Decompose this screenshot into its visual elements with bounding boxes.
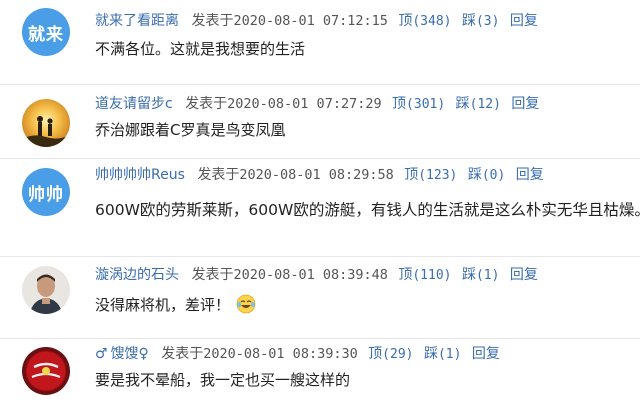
upvote-count: (29) — [382, 347, 414, 362]
posted-label: 发表于 — [197, 167, 240, 183]
username-link[interactable]: 就来了看距离 — [95, 13, 179, 29]
downvote-button[interactable]: 踩(12) — [456, 96, 501, 112]
username-link[interactable]: 道友请留步c — [95, 96, 173, 112]
posted-label: 发表于 — [191, 267, 234, 283]
downvote-button[interactable]: 踩(3) — [462, 13, 499, 29]
downvote-count: (3) — [475, 14, 500, 29]
person-photo-avatar[interactable] — [22, 266, 70, 314]
upvote-label: 顶 — [398, 13, 413, 29]
downvote-button[interactable]: 踩(1) — [424, 346, 461, 362]
comment-meta: 就来了看距离 发表于2020-08-01 07:12:15 顶(348) 踩(3… — [95, 10, 538, 30]
upvote-count: (110) — [412, 268, 452, 283]
downvote-button[interactable]: 踩(0) — [468, 167, 505, 183]
upvote-button[interactable]: 顶(348) — [398, 13, 451, 29]
username-link[interactable]: 漩涡边的石头 — [95, 267, 179, 283]
gender-male-icon: ♂ — [95, 346, 108, 362]
laughing-tears-emoji — [236, 294, 256, 314]
downvote-label: 踩 — [423, 346, 438, 362]
comment-item: 帅帅 帅帅帅帅Reus 发表于2020-08-01 08:29:58 顶(123… — [0, 159, 640, 257]
timestamp: 2020-08-01 07:27:29 — [227, 96, 382, 112]
upvote-label: 顶 — [404, 167, 419, 183]
username-link[interactable]: 帅帅帅帅Reus — [95, 167, 185, 183]
upvote-count: (301) — [406, 97, 446, 112]
comment-meta: ♂ 馊馊♀ 发表于2020-08-01 08:39:30 顶(29) 踩(1) 回… — [95, 343, 500, 363]
red-ball-avatar[interactable] — [22, 347, 70, 395]
downvote-label: 踩 — [455, 96, 470, 112]
comment-text: 乔治娜跟着C罗真是鸟变凤凰 — [95, 121, 286, 139]
sunset-silhouette-icon — [22, 99, 70, 147]
upvote-label: 顶 — [392, 96, 407, 112]
comment-item: 道友请留步c 发表于2020-08-01 07:27:29 顶(301) 踩(1… — [0, 85, 640, 159]
downvote-count: (0) — [481, 168, 506, 183]
downvote-label: 踩 — [461, 267, 476, 283]
timestamp: 2020-08-01 08:39:48 — [233, 267, 388, 283]
downvote-button[interactable]: 踩(1) — [462, 267, 499, 283]
comment-meta: 道友请留步c 发表于2020-08-01 07:27:29 顶(301) 踩(1… — [95, 93, 539, 113]
upvote-button[interactable]: 顶(110) — [398, 267, 451, 283]
red-ball-icon — [22, 347, 70, 395]
sunset-silhouette-avatar[interactable] — [22, 99, 70, 147]
comment-text: 600W欧的劳斯莱斯，600W欧的游艇，有钱人的生活就是这么朴实无华且枯燥。。 — [95, 201, 640, 219]
upvote-button[interactable]: 顶(29) — [368, 346, 413, 362]
timestamp: 2020-08-01 08:39:30 — [203, 346, 358, 362]
comment-text: 要是我不晕船，我一定也买一艘这样的 — [95, 371, 351, 389]
posted-label: 发表于 — [161, 346, 204, 362]
upvote-count: (348) — [412, 14, 452, 29]
upvote-button[interactable]: 顶(123) — [404, 167, 457, 183]
posted-label: 发表于 — [185, 96, 228, 112]
upvote-button[interactable]: 顶(301) — [392, 96, 445, 112]
comment-list: 就来 就来了看距离 发表于2020-08-01 07:12:15 顶(348) … — [0, 0, 640, 411]
upvote-label: 顶 — [368, 346, 383, 362]
reply-button[interactable]: 回复 — [511, 96, 539, 112]
downvote-label: 踩 — [461, 13, 476, 29]
comment-item: ♂ 馊馊♀ 发表于2020-08-01 08:39:30 顶(29) 踩(1) 回… — [0, 339, 640, 411]
downvote-count: (1) — [437, 347, 462, 362]
avatar[interactable]: 帅帅 — [22, 168, 70, 216]
downvote-count: (1) — [475, 268, 500, 283]
comment-item: 就来 就来了看距离 发表于2020-08-01 07:12:15 顶(348) … — [0, 0, 640, 85]
reply-button[interactable]: 回复 — [510, 13, 538, 29]
comment-meta: 帅帅帅帅Reus 发表于2020-08-01 08:29:58 顶(123) 踩… — [95, 164, 544, 184]
comment-text-content: 没得麻将机，差评！ — [95, 296, 231, 314]
reply-button[interactable]: 回复 — [472, 346, 500, 362]
reply-button[interactable]: 回复 — [510, 267, 538, 283]
avatar[interactable]: 就来 — [22, 8, 70, 56]
upvote-count: (123) — [418, 168, 458, 183]
comment-text: 不满各位。这就是我想要的生活 — [95, 40, 306, 58]
downvote-count: (12) — [469, 97, 501, 112]
username-link[interactable]: 馊馊♀ — [111, 346, 149, 362]
reply-button[interactable]: 回复 — [516, 167, 544, 183]
posted-label: 发表于 — [191, 13, 234, 29]
person-photo-icon — [22, 266, 70, 314]
timestamp: 2020-08-01 08:29:58 — [239, 167, 394, 183]
comment-meta: 漩涡边的石头 发表于2020-08-01 08:39:48 顶(110) 踩(1… — [95, 264, 538, 284]
comment-text: 没得麻将机，差评！ — [95, 294, 256, 315]
timestamp: 2020-08-01 07:12:15 — [233, 13, 388, 29]
comment-item: 漩涡边的石头 发表于2020-08-01 08:39:48 顶(110) 踩(1… — [0, 257, 640, 339]
downvote-label: 踩 — [467, 167, 482, 183]
upvote-label: 顶 — [398, 267, 413, 283]
